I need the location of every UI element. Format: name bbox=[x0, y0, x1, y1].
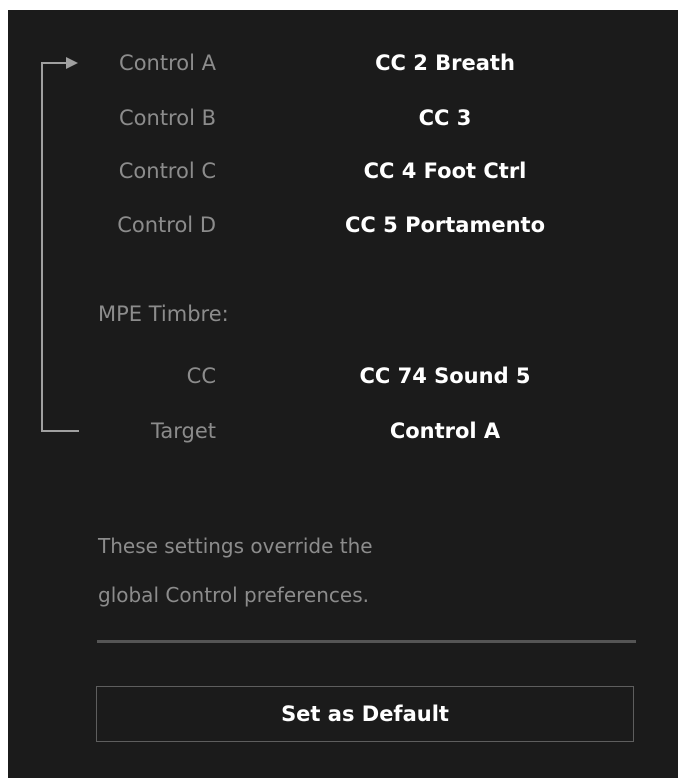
mpe-target-value[interactable]: Control A bbox=[390, 417, 500, 445]
routing-bracket-icon bbox=[41, 57, 79, 432]
control-b-value[interactable]: CC 3 bbox=[419, 104, 472, 132]
control-d-value[interactable]: CC 5 Portamento bbox=[345, 211, 545, 239]
control-d-label: Control D bbox=[117, 213, 216, 237]
override-note-line-1: These settings override the bbox=[98, 534, 373, 558]
control-a-value[interactable]: CC 2 Breath bbox=[375, 49, 515, 77]
mpe-cc-label: CC bbox=[186, 364, 216, 388]
mpe-cc-value[interactable]: CC 74 Sound 5 bbox=[359, 362, 530, 390]
control-b-label: Control B bbox=[119, 106, 216, 130]
mpe-timbre-heading: MPE Timbre: bbox=[98, 302, 229, 326]
mpe-target-label: Target bbox=[151, 419, 216, 443]
divider bbox=[97, 640, 636, 643]
override-note: These settings override the global Contr… bbox=[98, 522, 518, 620]
set-as-default-button[interactable]: Set as Default bbox=[96, 686, 634, 742]
controls-panel: Control A CC 2 Breath Control B CC 3 Con… bbox=[8, 10, 678, 778]
control-a-label: Control A bbox=[119, 51, 216, 75]
control-c-label: Control C bbox=[118, 159, 216, 183]
override-note-line-2: global Control preferences. bbox=[98, 583, 369, 607]
control-c-value[interactable]: CC 4 Foot Ctrl bbox=[364, 157, 527, 185]
